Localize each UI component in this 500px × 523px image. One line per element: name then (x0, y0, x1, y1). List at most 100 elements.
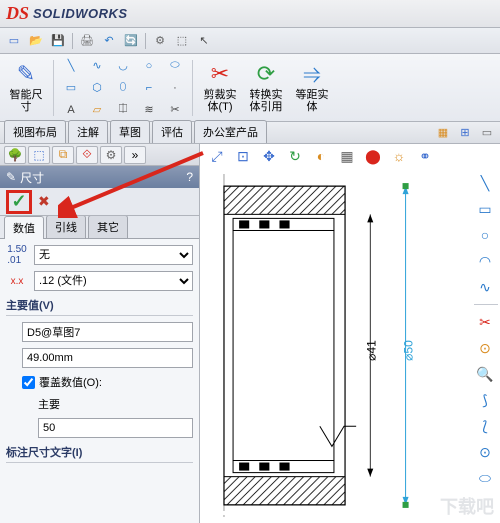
line-tool-icon[interactable]: ╲ (474, 172, 496, 194)
rebuild-icon[interactable]: 🔄 (121, 31, 141, 51)
new-icon[interactable]: ▭ (4, 31, 24, 51)
fm-tab-config-icon[interactable]: ⧉ (52, 146, 74, 164)
dimension-subtabs: 数值引线其它 (0, 216, 199, 238)
point-tool-icon[interactable]: ⊙ (474, 441, 496, 463)
fm-tab-more-icon[interactable]: » (124, 146, 146, 164)
print-icon[interactable]: 🖨 (77, 31, 97, 51)
rotate-icon[interactable]: ↻ (284, 146, 306, 166)
separator (192, 60, 193, 116)
fm-tab-dim-icon[interactable]: ⟐ (76, 146, 98, 164)
cm-tab-2[interactable]: 草图 (110, 120, 150, 143)
trim-entities-button[interactable]: ✂ 剪裁实 体(T) (198, 57, 242, 119)
options-icon[interactable]: ⚙ (150, 31, 170, 51)
slot-icon[interactable]: ⬭ (163, 56, 187, 76)
arc-tool-icon[interactable]: ◠ (474, 250, 496, 272)
link-icon[interactable]: ⚭ (414, 146, 436, 166)
tab-icon-1[interactable]: ▦ (434, 124, 452, 140)
precision-select[interactable]: .12 (文件) (34, 271, 193, 291)
text-icon[interactable]: A (59, 100, 83, 120)
arc3-tool-icon[interactable]: ⟅ (474, 415, 496, 437)
smart-dimension-button[interactable]: ✎ 智能尺 寸 (4, 57, 48, 119)
tab-icon-2[interactable]: ⊞ (456, 124, 474, 140)
convert-icon: ⟳ (257, 62, 275, 86)
section-icon[interactable]: ◐ (310, 146, 332, 166)
ok-check-icon[interactable]: ✓ (11, 191, 26, 212)
subtab-1[interactable]: 引线 (46, 215, 86, 238)
pan-icon[interactable]: ✥ (258, 146, 280, 166)
arc-icon[interactable]: ◡ (111, 56, 135, 76)
circle-tool-icon[interactable]: ○ (474, 224, 496, 246)
separator (53, 60, 54, 116)
appearance-icon[interactable]: ⬤ (362, 146, 384, 166)
property-manager: 🌳 ⬚ ⧉ ⟐ ⚙ » ✎尺寸 ? ✓ ✖ 数值引线其它 1.50.01 无 x… (0, 144, 200, 523)
smart-dimension-label: 智能尺 寸 (10, 89, 43, 113)
tolerance-select[interactable]: 无 (34, 245, 193, 265)
rect-icon[interactable]: ▭ (59, 78, 83, 98)
drawing-view: ⌀41 ⌀50 (210, 174, 470, 517)
override-checkbox[interactable] (22, 376, 35, 389)
scene-icon[interactable]: ☼ (388, 146, 410, 166)
arc2-tool-icon[interactable]: ⟆ (474, 389, 496, 411)
primary-value-input[interactable] (22, 348, 193, 368)
plane-icon[interactable]: ▱ (85, 100, 109, 120)
zoom-area-icon[interactable]: ⊡ (232, 146, 254, 166)
watermark: 下载吧 (440, 493, 494, 519)
graphics-area[interactable]: ⤢⊡✥↻◐▦⬤☼⚭ ╲ ▭ ○ ◠ ∿ ✂ ⊙ 🔍 ⟆ ⟅ ⊙ ⬭ (200, 144, 500, 523)
trim-label: 剪裁实 体(T) (204, 89, 237, 113)
zoom-fit-icon[interactable]: ⤢ (206, 146, 228, 166)
mirror-icon[interactable]: ⎅ (111, 100, 135, 120)
offset-entities-button[interactable]: ⥤ 等距实 体 (290, 57, 334, 119)
solidworks-logo-icon: DS (6, 3, 29, 24)
feature-manager-tabs: 🌳 ⬚ ⧉ ⟐ ⚙ » (0, 144, 199, 166)
cm-tab-3[interactable]: 评估 (152, 120, 192, 143)
ellipse-icon[interactable]: ⬯ (111, 78, 135, 98)
inspect-tool-icon[interactable]: 🔍 (474, 363, 496, 385)
tab-extra-icons: ▦ ⊞ ▭ (434, 124, 496, 140)
arrow-icon[interactable]: ↖ (194, 31, 214, 51)
cut-tool-icon[interactable]: ✂ (474, 311, 496, 333)
fm-tab-tree-icon[interactable]: 🌳 (4, 146, 26, 164)
offset-label: 等距实 体 (296, 89, 329, 113)
spline-icon[interactable]: ∿ (85, 56, 109, 76)
dimension-icon: ✎ (17, 62, 35, 86)
trim-icon[interactable]: ✂ (163, 100, 187, 120)
override-label: 覆盖数值(O): (39, 374, 102, 390)
command-manager-tabs: 视图布局注解草图评估办公室产品 ▦ ⊞ ▭ (0, 122, 500, 144)
point-icon[interactable]: · (163, 78, 187, 98)
override-checkbox-row[interactable]: 覆盖数值(O): (6, 374, 193, 390)
rect-tool-icon[interactable]: ▭ (474, 198, 496, 220)
save-icon[interactable]: 💾 (48, 31, 68, 51)
precision-icon: x.x (6, 272, 28, 290)
cm-tab-1[interactable]: 注解 (68, 120, 108, 143)
select-icon[interactable]: ⬚ (172, 31, 192, 51)
cm-tab-0[interactable]: 视图布局 (4, 120, 66, 143)
polygon-icon[interactable]: ⬡ (85, 78, 109, 98)
display-icon[interactable]: ▦ (336, 146, 358, 166)
slot2-tool-icon[interactable]: ⬭ (474, 467, 496, 489)
revolve-tool-icon[interactable]: ⊙ (474, 337, 496, 359)
dim-d41: ⌀41 (364, 340, 378, 361)
override-sub-label: 主要 (6, 396, 193, 412)
subtab-2[interactable]: 其它 (88, 215, 128, 238)
help-icon[interactable]: ? (186, 170, 193, 184)
line-icon[interactable]: ╲ (59, 56, 83, 76)
undo-icon[interactable]: ↶ (99, 31, 119, 51)
tab-icon-3[interactable]: ▭ (478, 124, 496, 140)
fm-tab-gear-icon[interactable]: ⚙ (100, 146, 122, 164)
cancel-x-icon[interactable]: ✖ (38, 193, 50, 210)
primary-name-input[interactable] (22, 322, 193, 342)
main-area: 🌳 ⬚ ⧉ ⟐ ⚙ » ✎尺寸 ? ✓ ✖ 数值引线其它 1.50.01 无 x… (0, 144, 500, 523)
offset-icon: ⥤ (303, 62, 321, 86)
subtab-0[interactable]: 数值 (4, 216, 44, 239)
circle-icon[interactable]: ○ (137, 56, 161, 76)
dim-d50[interactable]: ⌀50 (402, 340, 416, 361)
cm-tab-4[interactable]: 办公室产品 (194, 120, 267, 143)
ribbon: ✎ 智能尺 寸 ╲∿◡○⬭ ▭⬡⬯⌐· A▱⎅≋✂ ✂ 剪裁实 体(T) ⟳ 转换实… (0, 54, 500, 122)
spline-tool-icon[interactable]: ∿ (474, 276, 496, 298)
fm-tab-property-icon[interactable]: ⬚ (28, 146, 50, 164)
fillet-icon[interactable]: ⌐ (137, 78, 161, 98)
convert-entities-button[interactable]: ⟳ 转换实 体引用 (244, 57, 288, 119)
override-value-input[interactable] (38, 418, 193, 438)
open-icon[interactable]: 📂 (26, 31, 46, 51)
offset-icon[interactable]: ≋ (137, 100, 161, 120)
